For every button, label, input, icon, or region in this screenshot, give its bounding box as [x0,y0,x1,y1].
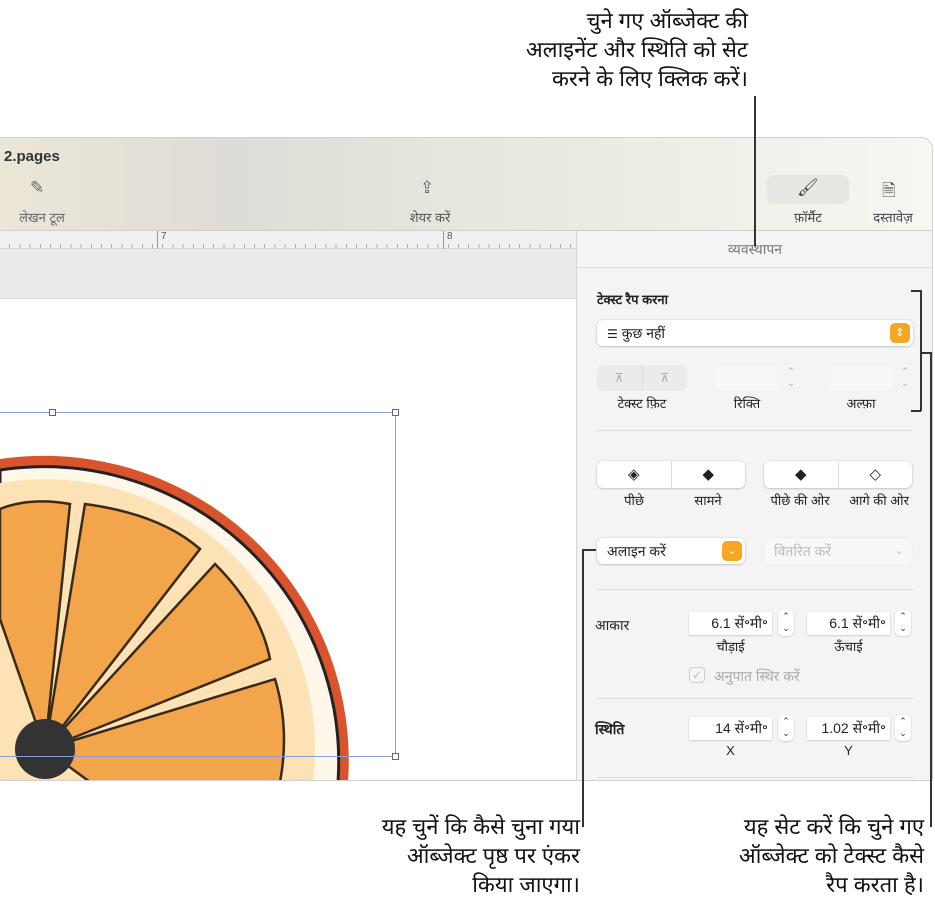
document-page [0,299,576,780]
constrain-label: अनुपात स्थिर करें [714,668,800,684]
callout-line: यह चुनें कि कैसे चुना गया [381,814,580,839]
toolbar: 2.pages ✎ लेखन टूल ⇪ शेयर करें 🖌 फ़ॉर्मै… [0,138,932,231]
selection-handle[interactable] [49,409,56,416]
x-field[interactable]: 14 सें॰मी॰ [689,717,772,740]
alpha-field[interactable] [831,367,891,390]
text-fit-control[interactable]: ⊼ ⊼ [597,365,687,391]
selection-handle[interactable] [392,409,399,416]
callout-leader [582,549,584,827]
backward-forward-control[interactable]: ◆ ◇ [764,461,912,488]
selection-handle[interactable] [392,753,399,760]
forward-label: आगे की ओर [849,493,909,508]
window-title: 2.pages [4,148,60,165]
spacing-label: रिक्ति [733,396,761,411]
divider [597,777,913,778]
send-backward-icon[interactable]: ◆ [764,461,838,488]
text-wrap-heading: टेक्स्ट रैप करना [597,292,668,307]
distribute-popup[interactable]: वितरित करें ⌄ [764,538,912,564]
callout-bracket [911,410,921,412]
share-button[interactable]: शेयर करें [398,208,462,226]
text-wrap-popup[interactable]: ☰ कुछ नहीं ⇕ [597,320,913,346]
callout-anchor: यह चुनें कि कैसे चुना गया ऑब्जेक्ट पृष्ठ… [382,812,580,899]
alpha-stepper[interactable]: ⌃ ⌄ [897,365,913,391]
height-field[interactable]: 6.1 सें॰मी॰ [807,612,890,635]
share-icon[interactable]: ⇪ [420,178,434,198]
document-icon[interactable]: 🗎 [882,178,896,207]
front-label: सामने [694,493,722,508]
chevron-updown-icon[interactable]: ⇕ [890,323,910,343]
writing-tools-button[interactable]: लेखन टूल [12,208,72,226]
callout-bracket [920,290,922,411]
callout-line: रैप करता है। [826,872,924,897]
distribute-label: वितरित करें [774,543,832,559]
callout-line: किया जाएगा। [472,872,580,897]
callout-arrange-tab: चुने गए ऑब्जेक्ट की अलाइनेंट और स्थिति क… [526,6,748,93]
align-popup[interactable]: अलाइन करें ⌄ [597,538,745,564]
y-field[interactable]: 1.02 सें॰मी॰ [807,717,890,740]
callout-line: ऑब्जेक्ट को टेक्स्ट कैसे [738,843,924,868]
text-fit-label: टेक्स्ट फ़िट [617,396,667,411]
send-to-back-icon[interactable]: ◈ [597,461,671,488]
divider [597,698,913,699]
ruler-tick-8: 8 [443,231,453,249]
chevron-down-icon[interactable]: ⌄ [722,541,742,561]
text-wrap-value: कुछ नहीं [621,325,666,341]
alpha-label: अल्फ़ा [846,396,876,411]
x-label: X [726,743,735,758]
height-stepper[interactable]: ⌃ ⌄ [895,610,911,636]
callout-line: करने के लिए क्लिक करें। [552,66,748,91]
callout-text-wrap: यह सेट करें कि चुने गए ऑब्जेक्ट को टेक्स… [739,812,924,899]
callout-line: चुने गए ऑब्जेक्ट की [586,8,748,33]
format-sidebar: व्यवस्थापन टेक्स्ट रैप करना ☰ कुछ नहीं ⇕ … [576,231,932,780]
y-stepper[interactable]: ⌃ ⌄ [895,715,911,741]
text-fit-object-icon[interactable]: ⊼ [641,365,688,391]
divider [597,589,913,590]
ruler-tick-7: 7 [157,231,167,249]
format-button[interactable]: फ़ॉर्मैट [775,208,841,226]
callout-leader [930,352,932,827]
y-label: Y [844,743,853,758]
paintbrush-icon[interactable]: 🖌 [797,178,819,198]
x-stepper[interactable]: ⌃ ⌄ [778,715,794,741]
spacing-stepper[interactable]: ⌃ ⌄ [783,365,799,391]
back-front-control[interactable]: ◈ ◆ [597,461,745,488]
bring-to-front-icon[interactable]: ◆ [670,461,746,488]
callout-line: यह सेट करें कि चुने गए [743,814,924,839]
width-field[interactable]: 6.1 सें॰मी॰ [689,612,772,635]
size-label: आकार [595,617,630,633]
align-label: अलाइन करें [607,543,666,559]
spacing-field[interactable] [717,367,777,390]
callout-leader [582,549,596,551]
height-label: ऊँचाई [834,639,863,654]
wrap-none-icon: ☰ [607,327,618,341]
pages-window: 2.pages ✎ लेखन टूल ⇪ शेयर करें 🖌 फ़ॉर्मै… [0,137,933,781]
callout-line: अलाइनेंट और स्थिति को सेट [525,37,748,62]
document-button[interactable]: दस्तावेज़ [862,208,924,226]
ruler: 7 8 [0,231,576,249]
chevron-down-icon: ⌄ [894,545,904,557]
width-stepper[interactable]: ⌃ ⌄ [778,610,794,636]
selection-box[interactable] [0,412,396,757]
bring-forward-icon[interactable]: ◇ [837,461,913,488]
callout-line: ऑब्जेक्ट पृष्ठ पर एंकर [406,843,580,868]
canvas-background [0,249,576,299]
position-label: स्थिति [595,721,625,737]
writing-tools-icon[interactable]: ✎ [30,178,44,198]
back-label: पीछे [624,493,644,508]
constrain-checkbox[interactable]: ✓ [689,667,705,683]
callout-leader [754,96,756,246]
text-fit-tight-icon[interactable]: ⊼ [597,365,642,391]
backward-label: पीछे की ओर [770,493,830,508]
width-label: चौड़ाई [716,639,745,654]
divider [597,430,913,431]
